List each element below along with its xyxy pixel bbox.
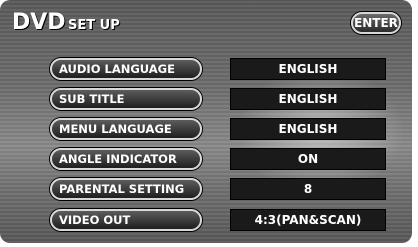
enter-button[interactable]: ENTER xyxy=(351,12,401,34)
dvd-setup-screen: DVD SET UP ENTER AUDIO LANGUAGE ENGLISH … xyxy=(0,0,412,243)
angle-indicator-button[interactable]: ANGLE INDICATOR xyxy=(50,148,202,170)
brand-title: DVD xyxy=(12,10,66,35)
menu-language-button[interactable]: MENU LANGUAGE xyxy=(50,118,202,140)
setting-row-parental-setting: PARENTAL SETTING 8 xyxy=(50,178,386,200)
angle-indicator-value: ON xyxy=(230,148,386,170)
audio-language-value: ENGLISH xyxy=(230,58,386,80)
page-title: SET UP xyxy=(68,18,120,33)
video-out-button[interactable]: VIDEO OUT xyxy=(50,209,202,231)
audio-language-button[interactable]: AUDIO LANGUAGE xyxy=(50,58,202,80)
parental-setting-button[interactable]: PARENTAL SETTING xyxy=(50,178,202,200)
setting-row-video-out: VIDEO OUT 4:3(PAN&SCAN) xyxy=(50,209,386,231)
setting-row-angle-indicator: ANGLE INDICATOR ON xyxy=(50,148,386,170)
menu-language-value: ENGLISH xyxy=(230,118,386,140)
sub-title-value: ENGLISH xyxy=(230,88,386,110)
setting-row-sub-title: SUB TITLE ENGLISH xyxy=(50,88,386,110)
setting-row-menu-language: MENU LANGUAGE ENGLISH xyxy=(50,118,386,140)
setting-row-audio-language: AUDIO LANGUAGE ENGLISH xyxy=(50,58,386,80)
sub-title-button[interactable]: SUB TITLE xyxy=(50,88,202,110)
parental-setting-value: 8 xyxy=(230,178,386,200)
video-out-value: 4:3(PAN&SCAN) xyxy=(230,209,386,231)
